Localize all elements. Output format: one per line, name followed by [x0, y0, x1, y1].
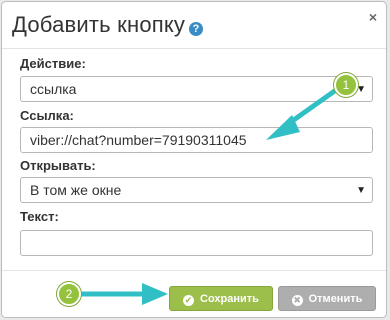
arrow-to-save-button: [77, 283, 168, 305]
arrow-to-link-input: [266, 87, 339, 140]
annotation-arrows: [77, 87, 339, 305]
step-badge-1: 1: [334, 73, 358, 97]
step-badge-2: 2: [57, 282, 81, 306]
